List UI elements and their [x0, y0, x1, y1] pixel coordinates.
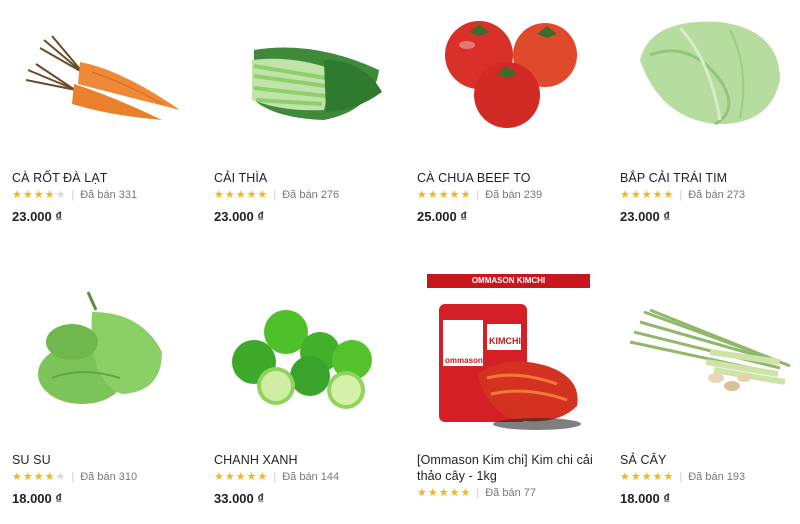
- star-icon: ★: [22, 188, 33, 201]
- product-meta: ★ ★ ★ ★ ★ | Đã bán 193: [620, 470, 746, 483]
- product-card[interactable]: SẢ CÂY ★ ★ ★ ★ ★ | Đã bán 193 18.000 ₫: [620, 282, 800, 506]
- star-icon: ★: [449, 188, 460, 201]
- rating-stars: ★ ★ ★ ★ ★: [12, 470, 66, 483]
- star-icon: ★: [214, 188, 224, 201]
- star-icon: ★: [417, 188, 427, 201]
- sold-count: Đã bán 273: [688, 189, 746, 201]
- product-name[interactable]: CẢI THÌA: [214, 170, 404, 186]
- product-name[interactable]: CÀ RỐT ĐÀ LẠT: [12, 170, 202, 186]
- product-price: 18.000 ₫: [620, 491, 671, 506]
- lemongrass-image[interactable]: [620, 282, 800, 452]
- product-name[interactable]: SU SU: [12, 452, 202, 468]
- bok-choy-image[interactable]: [214, 0, 404, 170]
- star-icon: ★: [257, 188, 268, 201]
- star-icon: ★: [663, 470, 674, 483]
- rating-stars: ★ ★ ★ ★ ★: [620, 188, 674, 201]
- product-price: 33.000 ₫: [214, 491, 265, 506]
- product-grid: CÀ RỐT ĐÀ LẠT ★ ★ ★ ★ ★ | Đã bán 331 23.000 …: [0, 0, 800, 524]
- chayote-image[interactable]: [12, 282, 202, 452]
- product-meta: ★ ★ ★ ★ ★ | Đã bán 144: [214, 470, 340, 483]
- star-icon: ★: [12, 188, 22, 201]
- star-icon: ★: [44, 470, 55, 483]
- star-icon: ★: [33, 188, 44, 201]
- star-icon: ★: [630, 188, 641, 201]
- kimchi-image[interactable]: OMMASON KIMCHI ommason KIMCHI: [417, 274, 607, 452]
- product-meta: ★ ★ ★ ★ ★ | Đã bán 239: [417, 188, 543, 201]
- star-half-icon: ★: [55, 470, 66, 483]
- product-card[interactable]: CẢI THÌA ★ ★ ★ ★ ★ | Đã bán 276 23.000 ₫: [214, 0, 404, 224]
- sold-count: Đã bán 310: [80, 471, 138, 483]
- product-card[interactable]: OMMASON KIMCHI ommason KIMCHI [Ommason K…: [417, 274, 607, 499]
- product-card[interactable]: CÀ CHUA BEEF TO ★ ★ ★ ★ ★ | Đã bán 239 25.00…: [417, 0, 607, 224]
- product-name[interactable]: CHANH XANH: [214, 452, 404, 468]
- star-icon: ★: [641, 470, 652, 483]
- product-name[interactable]: CÀ CHUA BEEF TO: [417, 170, 607, 186]
- product-name[interactable]: BẮP CẢI TRÁI TIM: [620, 170, 800, 186]
- star-icon: ★: [246, 188, 257, 201]
- product-card[interactable]: SU SU ★ ★ ★ ★ ★ | Đã bán 310 18.000 ₫: [12, 282, 202, 506]
- product-name[interactable]: [Ommason Kim chi] Kim chi cải thảo cây -…: [417, 452, 607, 484]
- product-meta: ★ ★ ★ ★ ★ | Đã bán 331: [12, 188, 138, 201]
- star-icon: ★: [620, 470, 630, 483]
- star-icon: ★: [235, 470, 246, 483]
- star-icon: ★: [224, 470, 235, 483]
- star-icon: ★: [44, 188, 55, 201]
- star-icon: ★: [460, 486, 471, 499]
- product-price: 23.000 ₫: [12, 209, 63, 224]
- product-meta: ★ ★ ★ ★ ★ | Đã bán 77: [417, 486, 536, 499]
- star-half-icon: ★: [55, 188, 66, 201]
- sold-count: Đã bán 193: [688, 471, 746, 483]
- sold-count: Đã bán 276: [282, 189, 340, 201]
- rating-stars: ★ ★ ★ ★ ★: [214, 188, 268, 201]
- pack-brand-text: ommason: [445, 356, 483, 365]
- rating-stars: ★ ★ ★ ★ ★: [417, 188, 471, 201]
- star-icon: ★: [257, 470, 268, 483]
- star-icon: ★: [33, 470, 44, 483]
- cabbage-image[interactable]: [620, 0, 800, 170]
- star-icon: ★: [460, 188, 471, 201]
- product-price: 18.000 ₫: [12, 491, 63, 506]
- rating-stars: ★ ★ ★ ★ ★: [214, 470, 268, 483]
- star-icon: ★: [224, 188, 235, 201]
- star-icon: ★: [12, 470, 22, 483]
- star-icon: ★: [427, 486, 438, 499]
- rating-stars: ★ ★ ★ ★ ★: [620, 470, 674, 483]
- tomato-image[interactable]: [417, 0, 607, 170]
- sold-count: Đã bán 331: [80, 189, 138, 201]
- star-icon: ★: [214, 470, 224, 483]
- product-price: 23.000 ₫: [620, 209, 671, 224]
- star-icon: ★: [22, 470, 33, 483]
- star-icon: ★: [620, 188, 630, 201]
- product-meta: ★ ★ ★ ★ ★ | Đã bán 276: [214, 188, 340, 201]
- star-icon: ★: [246, 470, 257, 483]
- star-icon: ★: [427, 188, 438, 201]
- star-icon: ★: [663, 188, 674, 201]
- star-icon: ★: [652, 188, 663, 201]
- product-meta: ★ ★ ★ ★ ★ | Đã bán 273: [620, 188, 746, 201]
- product-card[interactable]: CHANH XANH ★ ★ ★ ★ ★ | Đã bán 144 33.000 ₫: [214, 282, 404, 506]
- star-icon: ★: [652, 470, 663, 483]
- sold-count: Đã bán 239: [485, 189, 543, 201]
- star-icon: ★: [438, 188, 449, 201]
- product-name[interactable]: SẢ CÂY: [620, 452, 800, 468]
- star-icon: ★: [641, 188, 652, 201]
- product-card[interactable]: BẮP CẢI TRÁI TIM ★ ★ ★ ★ ★ | Đã bán 273 23.0…: [620, 0, 800, 224]
- product-card[interactable]: CÀ RỐT ĐÀ LẠT ★ ★ ★ ★ ★ | Đã bán 331 23.000 …: [12, 0, 202, 224]
- star-icon: ★: [630, 470, 641, 483]
- pack-label-text: KIMCHI: [489, 336, 521, 346]
- product-price: 25.000 ₫: [417, 209, 468, 224]
- rating-stars: ★ ★ ★ ★ ★: [12, 188, 66, 201]
- product-price: 23.000 ₫: [214, 209, 265, 224]
- product-meta: ★ ★ ★ ★ ★ | Đã bán 310: [12, 470, 138, 483]
- star-icon: ★: [235, 188, 246, 201]
- sold-count: Đã bán 144: [282, 471, 340, 483]
- star-icon: ★: [449, 486, 460, 499]
- star-icon: ★: [438, 486, 449, 499]
- rating-stars: ★ ★ ★ ★ ★: [417, 486, 471, 499]
- carrot-image[interactable]: [12, 0, 202, 170]
- lime-image[interactable]: [214, 282, 404, 452]
- sold-count: Đã bán 77: [485, 487, 536, 499]
- star-icon: ★: [417, 486, 427, 499]
